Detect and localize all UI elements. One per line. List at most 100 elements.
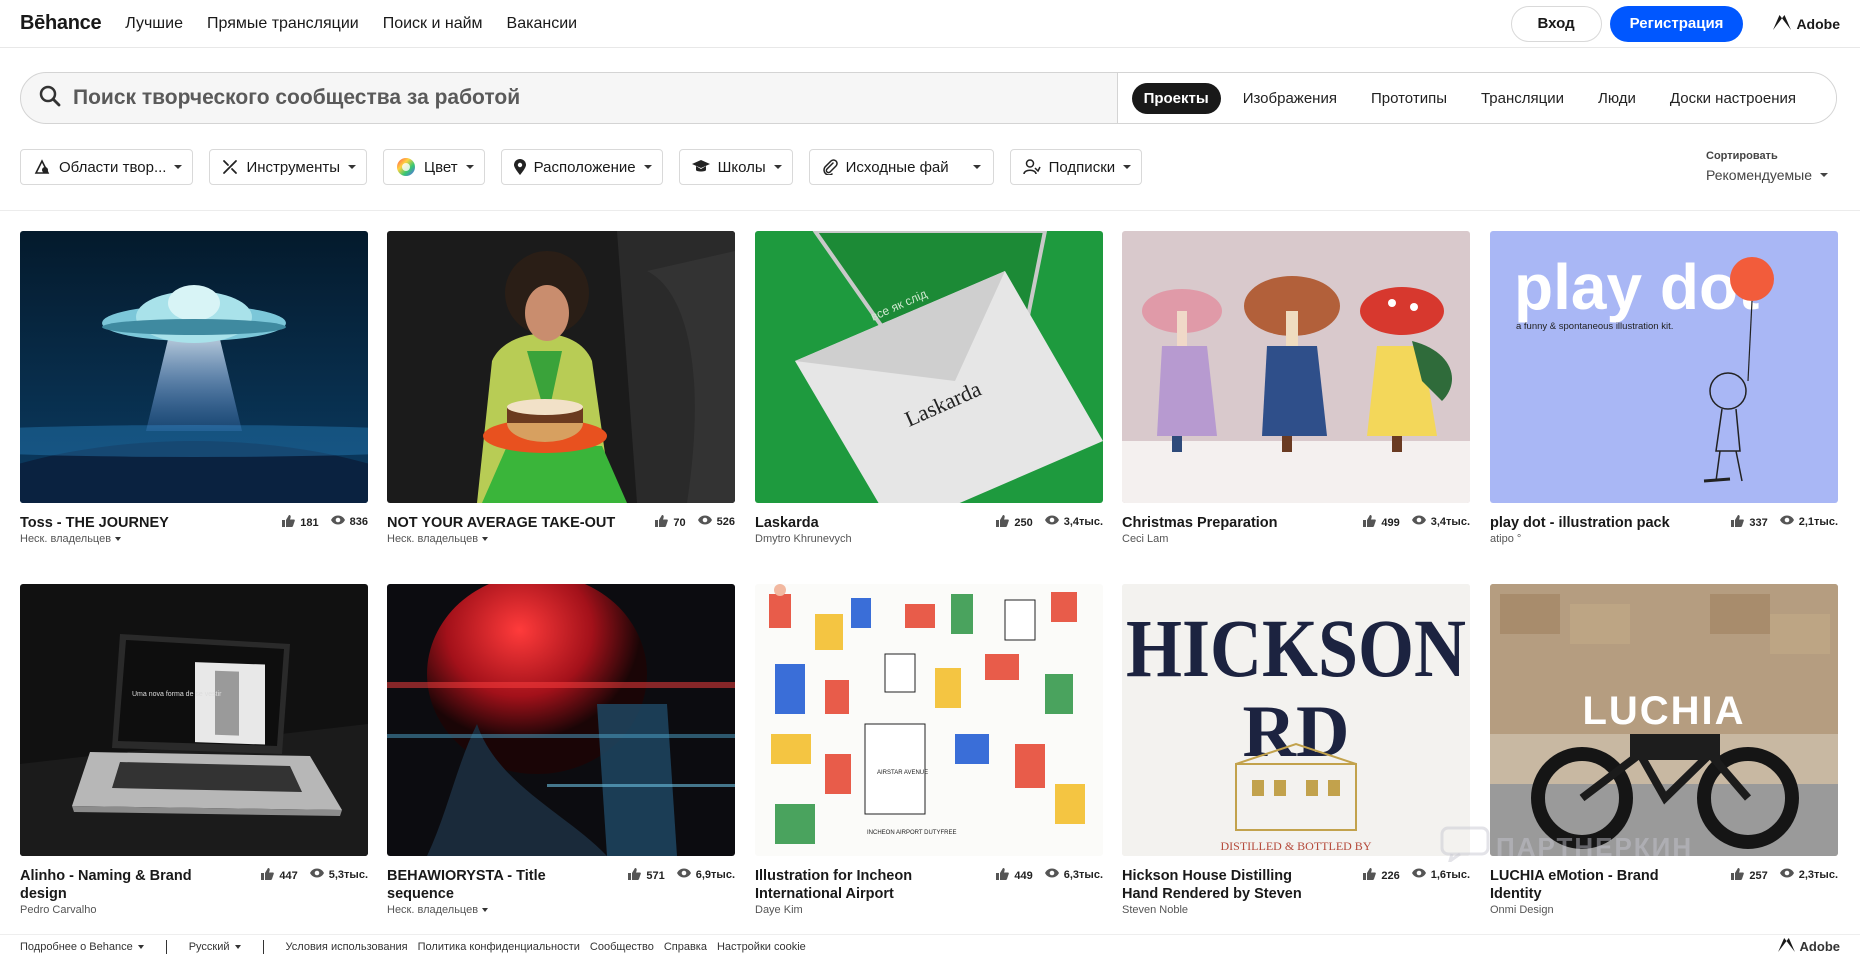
project-title[interactable]: play dot - illustration pack	[1490, 514, 1670, 532]
project-card[interactable]: play dot a funny & spontaneous illustrat…	[1490, 231, 1838, 545]
project-title[interactable]: LUCHIA eMotion - Brand Identity	[1490, 867, 1690, 903]
project-title[interactable]: NOT YOUR AVERAGE TAKE-OUT	[387, 514, 615, 532]
footer-link-community[interactable]: Сообщество	[590, 941, 654, 953]
project-card[interactable]: HICKSON RD DISTILLED & BOTTLED BY Hickso…	[1122, 584, 1470, 916]
sort-dropdown[interactable]: Сортировать Рекомендуемые	[1706, 150, 1828, 183]
project-owner[interactable]: Daye Kim	[755, 904, 925, 916]
filter-location[interactable]: Расположение	[500, 149, 663, 185]
project-title[interactable]: Christmas Preparation	[1122, 514, 1278, 532]
project-stats: 70 526	[643, 515, 735, 545]
tab-moodboards[interactable]: Доски настроения	[1658, 83, 1808, 114]
footer-adobe-link[interactable]: Adobe	[1777, 938, 1840, 955]
nav-item-hire[interactable]: Поиск и найм	[383, 15, 483, 33]
adobe-label: Adobe	[1799, 939, 1840, 954]
filter-label: Школы	[717, 158, 766, 176]
filter-tools[interactable]: Инструменты	[209, 149, 367, 185]
filter-creative-fields[interactable]: Области твор...	[20, 149, 194, 185]
project-owner[interactable]: atipo °	[1490, 533, 1670, 545]
paperclip-icon	[822, 159, 838, 175]
footer-link-terms[interactable]: Условия использования	[286, 941, 408, 953]
project-thumbnail[interactable]: play dot a funny & spontaneous illustrat…	[1490, 231, 1838, 503]
project-card[interactable]: AIRSTAR AVENUE INCHEON AIRPORT DUTYFREE …	[755, 584, 1103, 916]
footer-about-label: Подробнее о Behance	[20, 940, 133, 953]
project-title[interactable]: Laskarda	[755, 514, 852, 532]
chevron-down-icon	[773, 165, 782, 169]
owner-name: Неск. владельцев	[387, 533, 479, 545]
project-card[interactable]: BEHAWIORYSTA - Title sequence Неск. влад…	[387, 584, 735, 916]
label-hickson: HICKSON	[1126, 602, 1466, 694]
project-stats: 226 1,6тыс.	[1351, 868, 1470, 916]
chevron-down-icon	[482, 537, 489, 541]
footer-about-dropdown[interactable]: Подробнее о Behance	[20, 941, 144, 953]
eye-icon	[1044, 515, 1064, 528]
project-card[interactable]: NOT YOUR AVERAGE TAKE-OUT Неск. владельц…	[387, 231, 735, 545]
thumbs-up-icon	[996, 515, 1014, 530]
search-input[interactable]	[73, 86, 973, 110]
nav-item-jobs[interactable]: Вакансии	[507, 15, 578, 33]
project-card[interactable]: Christmas Preparation Ceci Lam 499 3,4ты…	[1122, 231, 1470, 545]
owner-name: Неск. владельцев	[20, 533, 112, 545]
tab-images[interactable]: Изображения	[1231, 83, 1349, 114]
eye-icon	[676, 868, 696, 881]
views-count: 836	[349, 515, 368, 528]
eye-icon	[1411, 515, 1431, 528]
project-thumbnail[interactable]: AIRSTAR AVENUE INCHEON AIRPORT DUTYFREE	[755, 584, 1103, 856]
project-thumbnail[interactable]: все як слід Laskarda	[755, 231, 1103, 503]
filter-label: Расположение	[533, 158, 636, 176]
project-title[interactable]: Alinho - Naming & Brand design	[20, 867, 210, 903]
project-thumbnail[interactable]	[387, 584, 735, 856]
project-title[interactable]: Illustration for Incheon International A…	[755, 867, 925, 903]
project-owner[interactable]: Неск. владельцев	[20, 533, 169, 545]
tab-livestreams[interactable]: Трансляции	[1469, 83, 1576, 114]
project-owner[interactable]: Неск. владельцев	[387, 904, 587, 916]
tab-people[interactable]: Люди	[1586, 83, 1648, 114]
owner-name: Неск. владельцев	[387, 904, 479, 916]
project-card[interactable]: Toss - THE JOURNEY Неск. владельцев 181 …	[20, 231, 368, 545]
project-owner[interactable]: Dmytro Khrunevych	[755, 533, 852, 545]
thumbs-up-icon	[1731, 868, 1749, 883]
adobe-logo-icon	[1777, 938, 1800, 955]
chat-bubble-icon	[1440, 826, 1490, 869]
project-meta: BEHAWIORYSTA - Title sequence Неск. влад…	[387, 867, 735, 916]
project-card[interactable]: Uma nova forma de se vestir Alinho - Nam…	[20, 584, 368, 916]
project-title[interactable]: Hickson House Distilling Hand Rendered b…	[1122, 867, 1322, 903]
project-thumbnail[interactable]	[20, 231, 368, 503]
project-owner[interactable]: Неск. владельцев	[387, 533, 615, 545]
behance-logo[interactable]: Bēhance	[20, 12, 102, 35]
label-rd: RD	[1243, 691, 1350, 773]
project-meta: Illustration for Incheon International A…	[755, 867, 1103, 916]
project-title[interactable]: BEHAWIORYSTA - Title sequence	[387, 867, 587, 903]
project-title[interactable]: Toss - THE JOURNEY	[20, 514, 169, 532]
project-owner[interactable]: Steven Noble	[1122, 904, 1322, 916]
project-thumbnail[interactable]	[1122, 231, 1470, 503]
project-thumbnail[interactable]	[387, 231, 735, 503]
project-thumbnail[interactable]: Uma nova forma de se vestir	[20, 584, 368, 856]
chevron-down-icon	[643, 165, 652, 169]
filter-subscriptions[interactable]: Подписки	[1009, 149, 1143, 185]
views-count: 5,3тыс.	[328, 868, 368, 881]
filter-schools[interactable]: Школы	[678, 149, 793, 185]
project-thumbnail[interactable]: LUCHIA	[1490, 584, 1838, 856]
nav-item-best[interactable]: Лучшие	[125, 15, 183, 33]
login-button[interactable]: Вход	[1510, 5, 1602, 42]
signup-button[interactable]: Регистрация	[1609, 5, 1744, 42]
nav-item-livestreams[interactable]: Прямые трансляции	[207, 15, 359, 33]
adobe-link[interactable]: Adobe	[1773, 14, 1840, 33]
project-owner[interactable]: Ceci Lam	[1122, 533, 1278, 545]
footer-language-dropdown[interactable]: Русский	[189, 941, 241, 953]
project-thumbnail[interactable]: HICKSON RD DISTILLED & BOTTLED BY	[1122, 584, 1470, 856]
eye-icon	[309, 868, 329, 881]
project-owner[interactable]: Onmi Design	[1490, 904, 1690, 916]
footer-link-privacy[interactable]: Политика конфиденциальности	[418, 941, 580, 953]
nav-actions: Вход Регистрация Adobe	[1510, 5, 1840, 42]
project-card[interactable]: все як слід Laskarda Laskarda Dmytro Khr…	[755, 231, 1103, 545]
likes-count: 226	[1381, 869, 1400, 882]
filter-source-files[interactable]: Исходные фай	[808, 149, 994, 185]
filter-color[interactable]: Цвет	[383, 149, 485, 185]
footer-link-help[interactable]: Справка	[664, 941, 707, 953]
project-owner[interactable]: Pedro Carvalho	[20, 904, 210, 916]
tab-projects[interactable]: Проекты	[1131, 82, 1221, 114]
playdot-title: play dot	[1514, 251, 1759, 323]
tab-prototypes[interactable]: Прототипы	[1359, 83, 1459, 114]
footer-link-cookies[interactable]: Настройки cookie	[717, 941, 806, 953]
